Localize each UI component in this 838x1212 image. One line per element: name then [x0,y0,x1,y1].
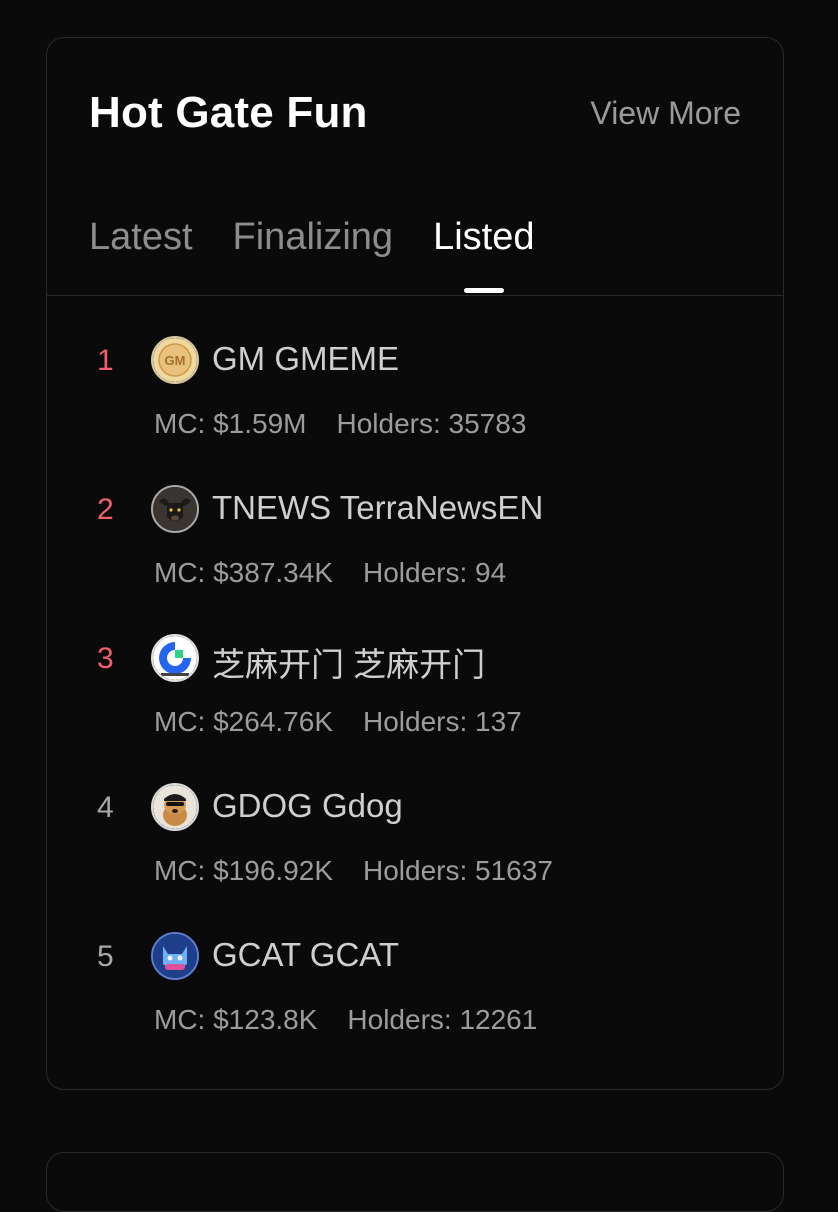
card-title: Hot Gate Fun [89,88,368,137]
token-row[interactable]: 1 GM GM GMEME MC: $1.59M Holders: 35783 [47,336,783,485]
token-name: GM GMEME [212,340,399,377]
token-meta: MC: $387.34K Holders: 94 [154,557,506,589]
market-cap: MC: $1.59M [154,408,307,439]
holders-count: Holders: 137 [363,706,522,737]
token-name: GDOG Gdog [212,787,403,824]
market-cap: MC: $264.76K [154,706,333,737]
token-meta: MC: $264.76K Holders: 137 [154,706,522,738]
token-name: 芝麻开门 芝麻开门 [212,646,486,683]
tab-latest[interactable]: Latest [89,216,193,259]
token-list: 1 GM GM GMEME MC: $1.59M Holders: 35783 … [47,336,783,1081]
token-meta: MC: $1.59M Holders: 35783 [154,408,526,440]
gm-coin-label: GM [165,353,186,368]
tab-bar: Latest Finalizing Listed [89,216,535,293]
token-row[interactable]: 3 芝麻开门 芝麻开门 MC: $264.76K Holders: 137 [47,634,783,783]
token-row[interactable]: 2 TNEWS TerraNewsEN MC: $387.34K Holders… [47,485,783,634]
hot-gate-fun-card: Hot Gate Fun View More Latest Finalizing… [46,37,784,1090]
next-card [46,1152,784,1212]
holders-count: Holders: 12261 [347,1004,538,1035]
rank-number: 4 [97,791,114,824]
market-cap: MC: $123.8K [154,1004,318,1035]
holders-count: Holders: 94 [363,557,507,588]
holders-count: Holders: 51637 [363,855,553,886]
bull-icon [151,485,199,533]
gate-logo-icon [151,634,199,682]
card-header: Hot Gate Fun View More [89,88,741,138]
rank-number: 3 [97,642,114,675]
token-meta: MC: $196.92K Holders: 51637 [154,855,553,887]
token-row[interactable]: 5 GCAT GCAT MC: $123.8K Holders: 12261 [47,932,783,1081]
active-tab-indicator [463,288,504,293]
tab-listed-label: Listed [433,216,535,258]
market-cap: MC: $387.34K [154,557,333,588]
rank-number: 2 [97,493,114,526]
cat-icon [151,932,199,980]
token-meta: MC: $123.8K Holders: 12261 [154,1004,537,1036]
tab-divider [47,295,783,296]
rank-number: 5 [97,940,114,973]
token-name: TNEWS TerraNewsEN [212,489,544,526]
token-row[interactable]: 4 GDOG Gdog MC: $196.92K Holders: 51637 [47,783,783,932]
view-more-link[interactable]: View More [590,95,741,132]
token-name: GCAT GCAT [212,936,400,973]
dog-icon [151,783,199,831]
market-cap: MC: $196.92K [154,855,333,886]
gm-coin-icon: GM [151,336,199,384]
tab-listed[interactable]: Listed [433,216,535,293]
holders-count: Holders: 35783 [336,408,527,439]
rank-number: 1 [97,344,114,377]
tab-finalizing[interactable]: Finalizing [233,216,394,259]
